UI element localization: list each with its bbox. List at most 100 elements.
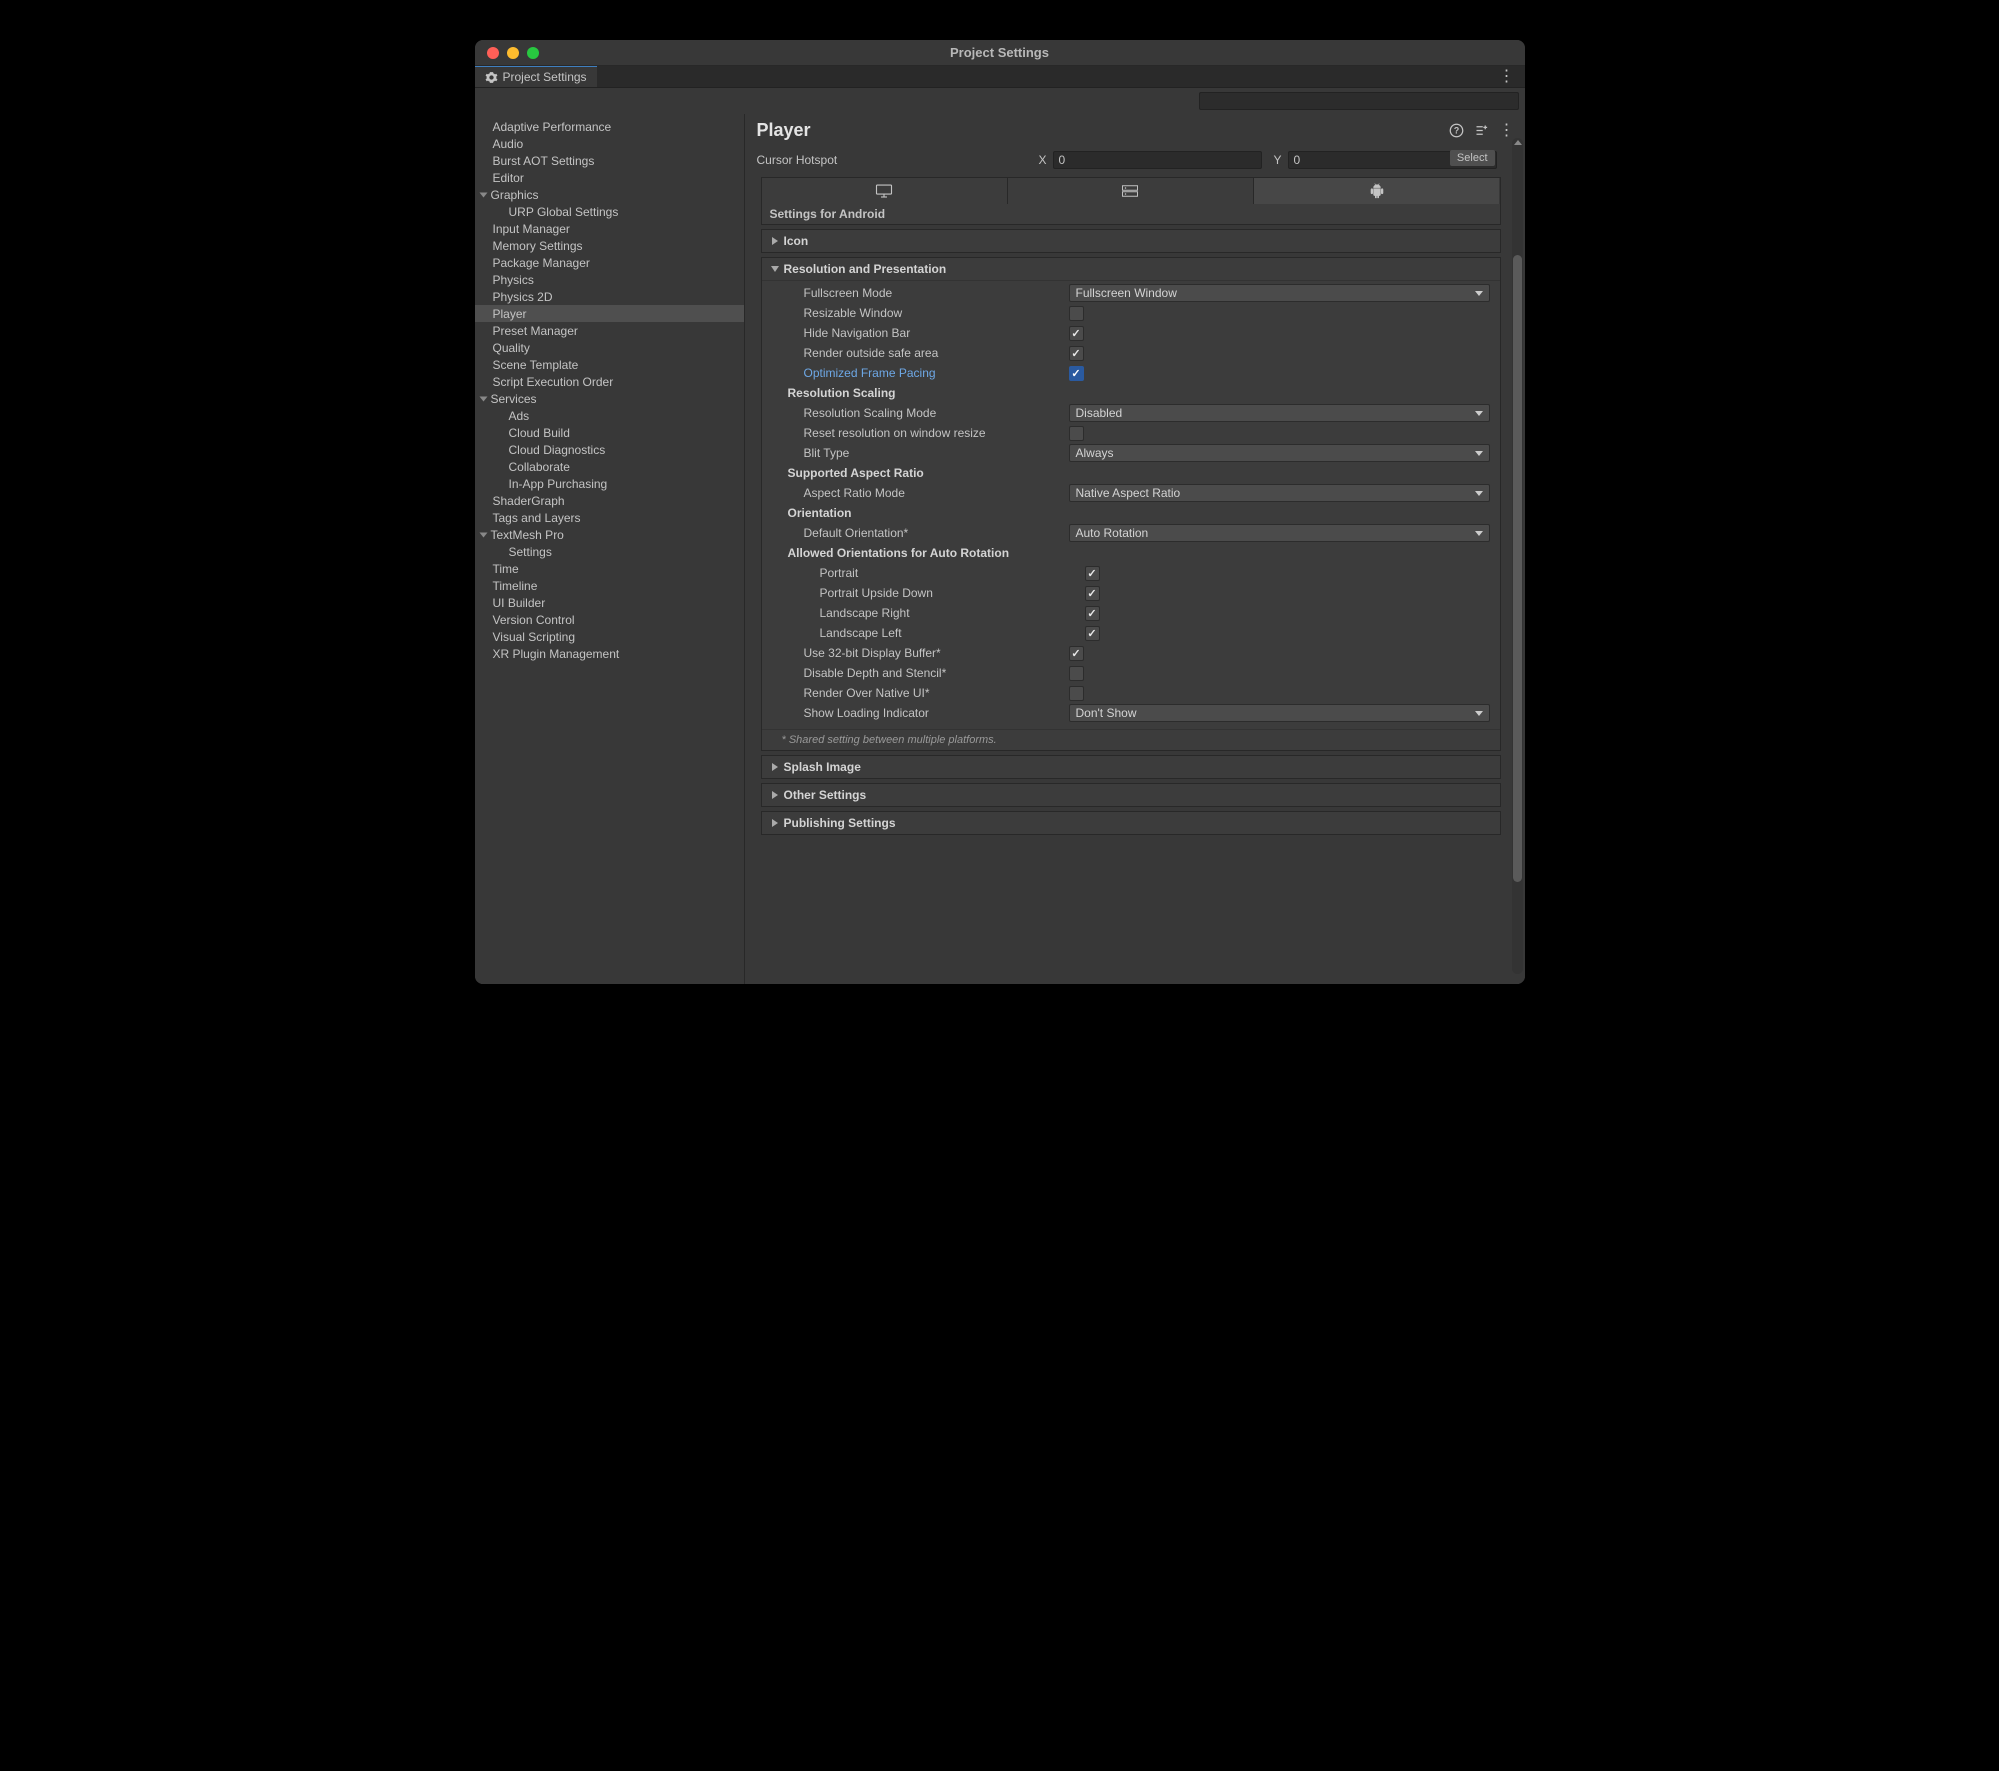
fullscreen-mode-label: Fullscreen Mode [804, 286, 1069, 300]
sidebar-item-ads[interactable]: Ads [475, 407, 744, 424]
panel-icon-header[interactable]: Icon [762, 230, 1500, 252]
resizable-window-checkbox[interactable] [1069, 306, 1084, 321]
landscape-right-checkbox[interactable] [1085, 606, 1100, 621]
sidebar-item-label: Timeline [493, 579, 538, 593]
sidebar-item-input-manager[interactable]: Input Manager [475, 220, 744, 237]
resolution-scaling-mode-dropdown[interactable]: Disabled [1069, 404, 1490, 422]
sidebar-item-memory-settings[interactable]: Memory Settings [475, 237, 744, 254]
select-badge[interactable]: Select [1450, 150, 1495, 166]
sidebar-item-label: ShaderGraph [493, 494, 565, 508]
sidebar-item-xr-plugin-management[interactable]: XR Plugin Management [475, 645, 744, 662]
sidebar-item-collaborate[interactable]: Collaborate [475, 458, 744, 475]
sidebar-item-tags-and-layers[interactable]: Tags and Layers [475, 509, 744, 526]
sidebar-item-physics-2d[interactable]: Physics 2D [475, 288, 744, 305]
sidebar-item-services[interactable]: Services [475, 390, 744, 407]
help-icon[interactable]: ? [1449, 123, 1464, 139]
sidebar-item-scene-template[interactable]: Scene Template [475, 356, 744, 373]
allowed-orientations-header-label: Allowed Orientations for Auto Rotation [788, 546, 1053, 560]
sidebar-item-package-manager[interactable]: Package Manager [475, 254, 744, 271]
platform-tab-android[interactable] [1254, 178, 1499, 204]
platform-tab-desktop[interactable] [762, 178, 1008, 204]
blit-type-label: Blit Type [804, 446, 1069, 460]
sidebar-item-editor[interactable]: Editor [475, 169, 744, 186]
portrait-checkbox[interactable] [1085, 566, 1100, 581]
sidebar-item-label: Settings [509, 545, 552, 559]
disable-depth-stencil-checkbox[interactable] [1069, 666, 1084, 681]
hotspot-y-label: Y [1268, 153, 1282, 167]
optimized-frame-pacing-label: Optimized Frame Pacing [804, 366, 1069, 380]
scroll-up-icon [1514, 140, 1522, 145]
sidebar-item-timeline[interactable]: Timeline [475, 577, 744, 594]
tab-project-settings[interactable]: Project Settings [475, 66, 597, 87]
show-loading-indicator-dropdown[interactable]: Don't Show [1069, 704, 1490, 722]
landscape-left-checkbox[interactable] [1085, 626, 1100, 641]
fullscreen-mode-dropdown[interactable]: Fullscreen Window [1069, 284, 1490, 302]
render-outside-safe-checkbox[interactable] [1069, 346, 1084, 361]
scrollbar[interactable] [1512, 138, 1523, 974]
chevron-down-icon [1475, 291, 1483, 296]
panel-splash-header[interactable]: Splash Image [762, 756, 1500, 778]
sidebar-item-quality[interactable]: Quality [475, 339, 744, 356]
chevron-down-icon [479, 192, 487, 197]
panel-other-title: Other Settings [784, 788, 867, 802]
panel-other-header[interactable]: Other Settings [762, 784, 1500, 806]
sidebar-item-settings[interactable]: Settings [475, 543, 744, 560]
chevron-down-icon [479, 532, 487, 537]
main-pane: Player ? ⋮ Select Cursor Hotspot X Y [745, 114, 1525, 984]
panel-publish-header[interactable]: Publishing Settings [762, 812, 1500, 834]
aspect-ratio-header-label: Supported Aspect Ratio [788, 466, 1053, 480]
monitor-icon [875, 183, 893, 199]
optimized-frame-pacing-checkbox[interactable] [1069, 366, 1084, 381]
hide-nav-bar-checkbox[interactable] [1069, 326, 1084, 341]
page-title: Player [757, 120, 811, 141]
search-row [475, 88, 1525, 114]
sidebar-item-shadergraph[interactable]: ShaderGraph [475, 492, 744, 509]
aspect-ratio-mode-label: Aspect Ratio Mode [804, 486, 1069, 500]
panel-menu-button[interactable]: ⋮ [1499, 123, 1515, 139]
hotspot-x-input[interactable] [1053, 151, 1262, 169]
resolution-scaling-header-label: Resolution Scaling [788, 386, 1053, 400]
preset-icon[interactable] [1474, 123, 1489, 139]
sidebar-item-time[interactable]: Time [475, 560, 744, 577]
scroll-thumb[interactable] [1513, 255, 1522, 882]
reset-resolution-label: Reset resolution on window resize [804, 426, 1069, 440]
sidebar-item-label: Visual Scripting [493, 630, 576, 644]
platform-tab-server[interactable] [1008, 178, 1254, 204]
sidebar-item-ui-builder[interactable]: UI Builder [475, 594, 744, 611]
sidebar-item-graphics[interactable]: Graphics [475, 186, 744, 203]
use-32bit-buffer-checkbox[interactable] [1069, 646, 1084, 661]
sidebar-item-urp-global-settings[interactable]: URP Global Settings [475, 203, 744, 220]
aspect-ratio-mode-dropdown[interactable]: Native Aspect Ratio [1069, 484, 1490, 502]
sidebar-item-adaptive-performance[interactable]: Adaptive Performance [475, 118, 744, 135]
hide-nav-bar-label: Hide Navigation Bar [804, 326, 1069, 340]
orientation-header-label: Orientation [788, 506, 1053, 520]
blit-type-dropdown[interactable]: Always [1069, 444, 1490, 462]
sidebar-item-cloud-diagnostics[interactable]: Cloud Diagnostics [475, 441, 744, 458]
search-input[interactable] [1199, 92, 1519, 110]
resizable-window-label: Resizable Window [804, 306, 1069, 320]
sidebar-item-player[interactable]: Player [475, 305, 744, 322]
reset-resolution-checkbox[interactable] [1069, 426, 1084, 441]
render-over-native-ui-checkbox[interactable] [1069, 686, 1084, 701]
sidebar-item-audio[interactable]: Audio [475, 135, 744, 152]
portrait-upside-down-checkbox[interactable] [1085, 586, 1100, 601]
chevron-right-icon [772, 819, 778, 827]
tab-bar: Project Settings ⋮ [475, 66, 1525, 88]
panel-publish-title: Publishing Settings [784, 816, 896, 830]
sidebar-item-label: XR Plugin Management [493, 647, 620, 661]
sidebar-item-textmesh-pro[interactable]: TextMesh Pro [475, 526, 744, 543]
sidebar-item-preset-manager[interactable]: Preset Manager [475, 322, 744, 339]
sidebar-item-version-control[interactable]: Version Control [475, 611, 744, 628]
sidebar-item-label: Scene Template [493, 358, 579, 372]
tab-menu-button[interactable]: ⋮ [1489, 69, 1525, 85]
panel-splash-title: Splash Image [784, 760, 861, 774]
sidebar-item-cloud-build[interactable]: Cloud Build [475, 424, 744, 441]
sidebar-item-burst-aot-settings[interactable]: Burst AOT Settings [475, 152, 744, 169]
sidebar-item-visual-scripting[interactable]: Visual Scripting [475, 628, 744, 645]
sidebar-item-script-execution-order[interactable]: Script Execution Order [475, 373, 744, 390]
default-orientation-dropdown[interactable]: Auto Rotation [1069, 524, 1490, 542]
sidebar-item-physics[interactable]: Physics [475, 271, 744, 288]
panel-resolution-header[interactable]: Resolution and Presentation [762, 258, 1500, 281]
sidebar-item-label: Adaptive Performance [493, 120, 612, 134]
sidebar-item-in-app-purchasing[interactable]: In-App Purchasing [475, 475, 744, 492]
